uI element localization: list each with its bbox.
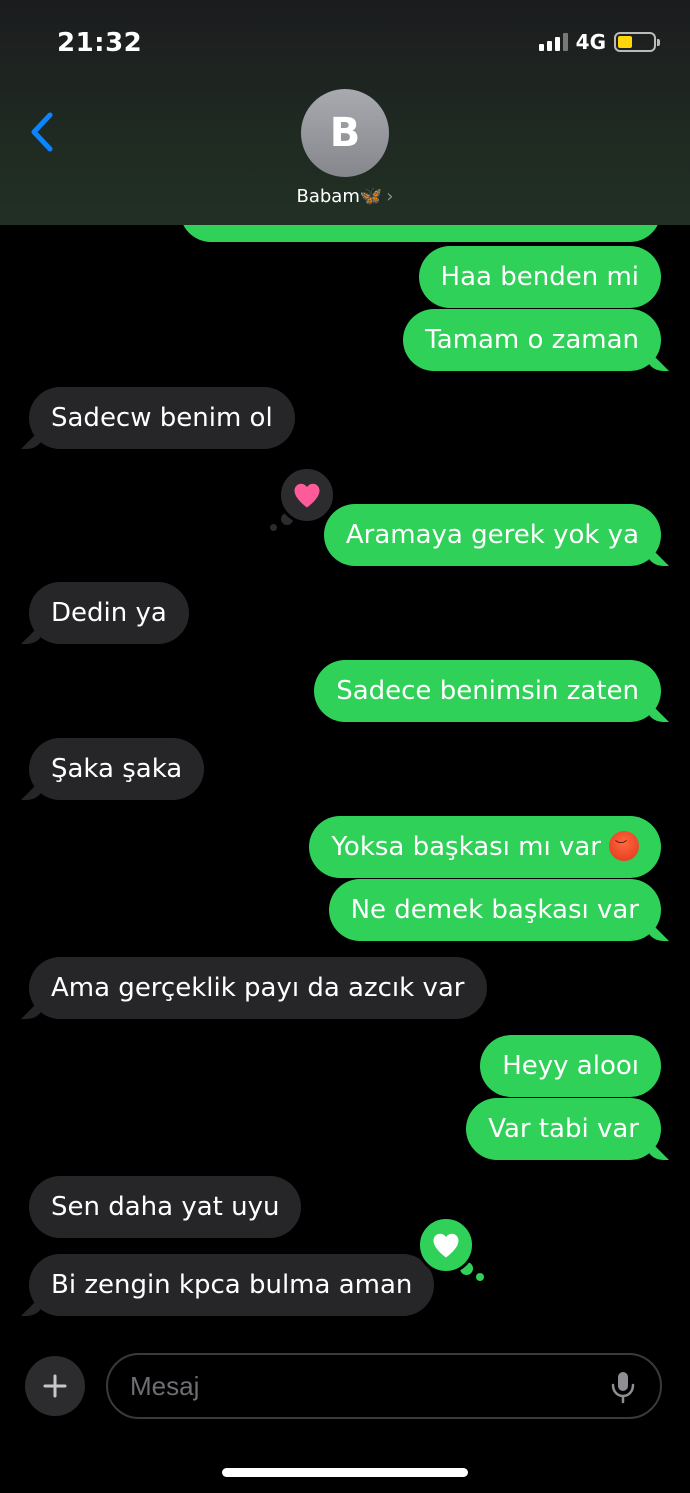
message-bubble-outgoing[interactable]: Var tabi var [466,1098,661,1160]
status-indicators: 4G [538,30,660,54]
home-indicator[interactable] [222,1468,468,1477]
message-bubble-incoming[interactable]: Şaka şaka [29,738,205,800]
message-bubble-incoming[interactable]: Sen daha yat uyu [29,1176,302,1238]
add-attachment-button[interactable] [25,1356,85,1416]
microphone-icon[interactable] [610,1370,636,1404]
message-bubble-outgoing[interactable]: Ne demek başkası var [328,879,661,941]
reaction-tail-dot [476,1273,484,1281]
message-bubble-incoming[interactable]: Dedin ya [29,582,189,644]
message-bubble-incoming[interactable]: Ama gerçeklik payı da azcık var [29,957,487,1019]
chevron-right-icon: › [386,186,394,207]
reaction-tail-dot [270,524,277,531]
heart-icon [433,1233,459,1258]
contact-avatar[interactable]: B [301,89,389,177]
heart-reaction-badge[interactable] [278,466,336,524]
message-bubble-outgoing[interactable]: Sadece benimsin zaten [314,660,661,722]
message-text: Yoksa başkası mı var [331,832,601,862]
heart-reaction-badge[interactable] [417,1216,475,1274]
message-bubble-outgoing[interactable]: Aramaya gerek yok ya [323,504,661,566]
message-composer [0,1340,690,1493]
contact-name: Babam🦋 [296,186,383,207]
heart-icon [294,483,320,508]
angry-face-icon [609,830,639,861]
status-time: 21:32 [57,28,143,58]
avatar-initial: B [329,110,361,156]
message-input[interactable] [130,1355,600,1417]
plus-icon [43,1374,67,1398]
message-input-container[interactable] [106,1353,662,1419]
contact-name-button[interactable]: Babam🦋 › [0,186,690,207]
conversation-header: 21:32 4G B Babam🦋 › [0,0,690,225]
message-bubble-outgoing[interactable]: Haa benden mi [418,246,661,308]
message-bubble-outgoing[interactable]: Yoksa başkası mı var [309,816,661,878]
message-bubble-incoming[interactable]: Sadecw benim ol [29,387,295,449]
battery-icon [614,32,660,52]
message-bubble-outgoing[interactable]: Tamam o zaman [403,309,661,371]
message-bubble-incoming[interactable]: Bi zengin kpca bulma aman [29,1254,435,1316]
cellular-signal-icon [538,33,568,51]
network-type: 4G [575,30,606,54]
message-bubble-outgoing[interactable]: Heyy alooı [480,1035,661,1097]
back-chevron-icon[interactable] [26,110,60,154]
